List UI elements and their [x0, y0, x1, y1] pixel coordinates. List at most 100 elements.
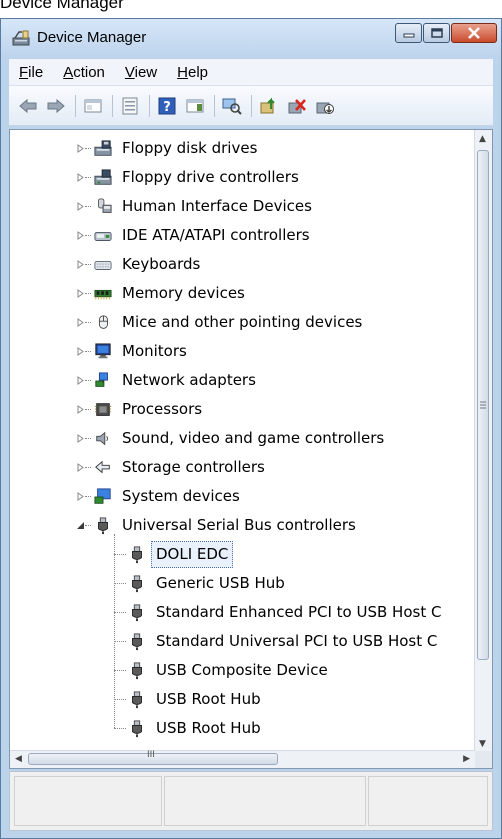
tree-category[interactable]: Floppy disk drives [10, 134, 475, 163]
tree-category[interactable]: Processors [10, 395, 475, 424]
tree-category[interactable]: Storage controllers [10, 453, 475, 482]
tree-category[interactable]: Mice and other pointing devices [10, 308, 475, 337]
minimize-button[interactable] [395, 23, 422, 43]
tree-device-item[interactable]: DOLI EDC [10, 540, 475, 569]
tree-category[interactable]: Universal Serial Bus controllers [10, 511, 475, 540]
horizontal-scrollbar[interactable]: ◀ III ▶ [10, 750, 475, 768]
toolbar-separator [75, 94, 76, 117]
tree-category[interactable]: System devices [10, 482, 475, 511]
help-button[interactable]: ? [156, 95, 178, 117]
tree-device-item[interactable]: USB Composite Device [10, 656, 475, 685]
tree-category[interactable]: IDE ATA/ATAPI controllers [10, 221, 475, 250]
tree-category[interactable]: Human Interface Devices [10, 192, 475, 221]
toolbar: ? [9, 86, 493, 126]
update-driver-button[interactable] [258, 95, 280, 117]
vertical-scrollbar[interactable]: ▲ ▼ [474, 130, 492, 751]
expand-arrow-icon[interactable] [76, 289, 85, 298]
title-bar[interactable]: Device Manager [1, 19, 501, 59]
collapse-arrow-icon[interactable] [76, 521, 85, 530]
tree-category-label: Universal Serial Bus controllers [122, 516, 356, 534]
forward-button[interactable] [45, 95, 67, 117]
back-button[interactable] [17, 95, 39, 117]
expand-arrow-icon[interactable] [76, 434, 85, 443]
maximize-button[interactable] [423, 23, 450, 43]
device-manager-window: Device Manager File Action View Help ? F… [0, 18, 502, 839]
menu-view-accel: V [124, 63, 135, 81]
scan-hardware-button[interactable] [221, 95, 243, 117]
usb-device-icon [132, 662, 142, 680]
tree-device-item[interactable]: USB Root Hub [10, 714, 475, 743]
tree-category-label: Storage controllers [122, 458, 265, 476]
tree-category[interactable]: Keyboards [10, 250, 475, 279]
show-action-pane-button[interactable] [184, 95, 206, 117]
scroll-left-arrow-icon[interactable]: ◀ [15, 754, 22, 764]
tree-device-item[interactable]: Standard Universal PCI to USB Host C [10, 627, 475, 656]
show-hide-console-tree-icon [84, 99, 102, 112]
usb-icon [98, 517, 108, 535]
scan-hardware-icon [222, 98, 242, 115]
tree-connector [114, 699, 126, 700]
scroll-grip-label: III [147, 750, 155, 760]
menu-help-label: elp [187, 63, 209, 81]
status-bar [9, 771, 493, 831]
tree-category[interactable]: Floppy drive controllers [10, 163, 475, 192]
uninstall-button[interactable] [286, 95, 308, 117]
device-tree-pane: Floppy disk drives Floppy drive controlle… [9, 129, 493, 769]
show-action-pane-icon [186, 99, 204, 112]
ide-controller-icon [94, 231, 112, 241]
tree-device-item[interactable]: Generic USB Hub [10, 569, 475, 598]
tree-connector [85, 351, 91, 352]
menu-action-accel: A [63, 63, 74, 81]
expand-arrow-icon[interactable] [76, 376, 85, 385]
vertical-scroll-thumb[interactable] [477, 150, 489, 660]
expand-arrow-icon[interactable] [76, 347, 85, 356]
expand-arrow-icon[interactable] [76, 260, 85, 269]
properties-button[interactable] [119, 95, 141, 117]
scroll-down-arrow-icon[interactable]: ▼ [479, 739, 486, 749]
update-driver-icon [260, 97, 275, 113]
storage-controller-icon [95, 460, 110, 474]
tree-category-label: Processors [122, 400, 203, 418]
tree-device-item[interactable]: Standard Enhanced PCI to USB Host C [10, 598, 475, 627]
expand-arrow-icon[interactable] [76, 144, 85, 153]
disable-device-button[interactable] [314, 95, 336, 117]
tree-category-label: Monitors [122, 342, 187, 360]
tree-connector [85, 496, 91, 497]
processor-icon [94, 403, 112, 416]
tree-device-item[interactable]: USB Root Hub [10, 685, 475, 714]
uninstall-icon [288, 98, 306, 113]
device-tree[interactable]: Floppy disk drives Floppy drive controlle… [10, 130, 475, 751]
toolbar-separator [251, 94, 252, 117]
toolbar-separator [214, 94, 215, 117]
close-button[interactable] [451, 23, 497, 43]
expand-arrow-icon[interactable] [76, 318, 85, 327]
maximize-icon [430, 28, 443, 38]
expand-arrow-icon[interactable] [76, 463, 85, 472]
menu-action[interactable]: Action [63, 64, 105, 81]
expand-arrow-icon[interactable] [76, 492, 85, 501]
tree-connector [114, 554, 126, 555]
expand-arrow-icon[interactable] [76, 173, 85, 182]
mouse-icon [98, 315, 108, 329]
scroll-grip-icon [480, 401, 486, 409]
menu-help[interactable]: Help [177, 64, 208, 81]
show-hide-console-tree-button[interactable] [82, 95, 104, 117]
menu-view[interactable]: View [125, 64, 157, 81]
scroll-up-arrow-icon[interactable]: ▲ [479, 134, 486, 144]
menu-file-accel: F [19, 63, 29, 81]
expand-arrow-icon[interactable] [76, 202, 85, 211]
tree-connector [114, 641, 126, 642]
tree-connector [85, 148, 91, 149]
scroll-right-arrow-icon[interactable]: ▶ [463, 754, 470, 764]
expand-arrow-icon[interactable] [76, 231, 85, 240]
horizontal-scroll-thumb[interactable]: III [28, 750, 278, 765]
expand-arrow-icon[interactable] [76, 405, 85, 414]
tree-category[interactable]: Network adapters [10, 366, 475, 395]
menu-view-label: iew [134, 63, 158, 81]
scrollbar-corner [475, 751, 492, 768]
tree-category[interactable]: Memory devices [10, 279, 475, 308]
tree-category-label: Floppy disk drives [122, 139, 258, 157]
tree-category[interactable]: Monitors [10, 337, 475, 366]
tree-category[interactable]: Sound, video and game controllers [10, 424, 475, 453]
menu-file[interactable]: File [19, 64, 43, 81]
